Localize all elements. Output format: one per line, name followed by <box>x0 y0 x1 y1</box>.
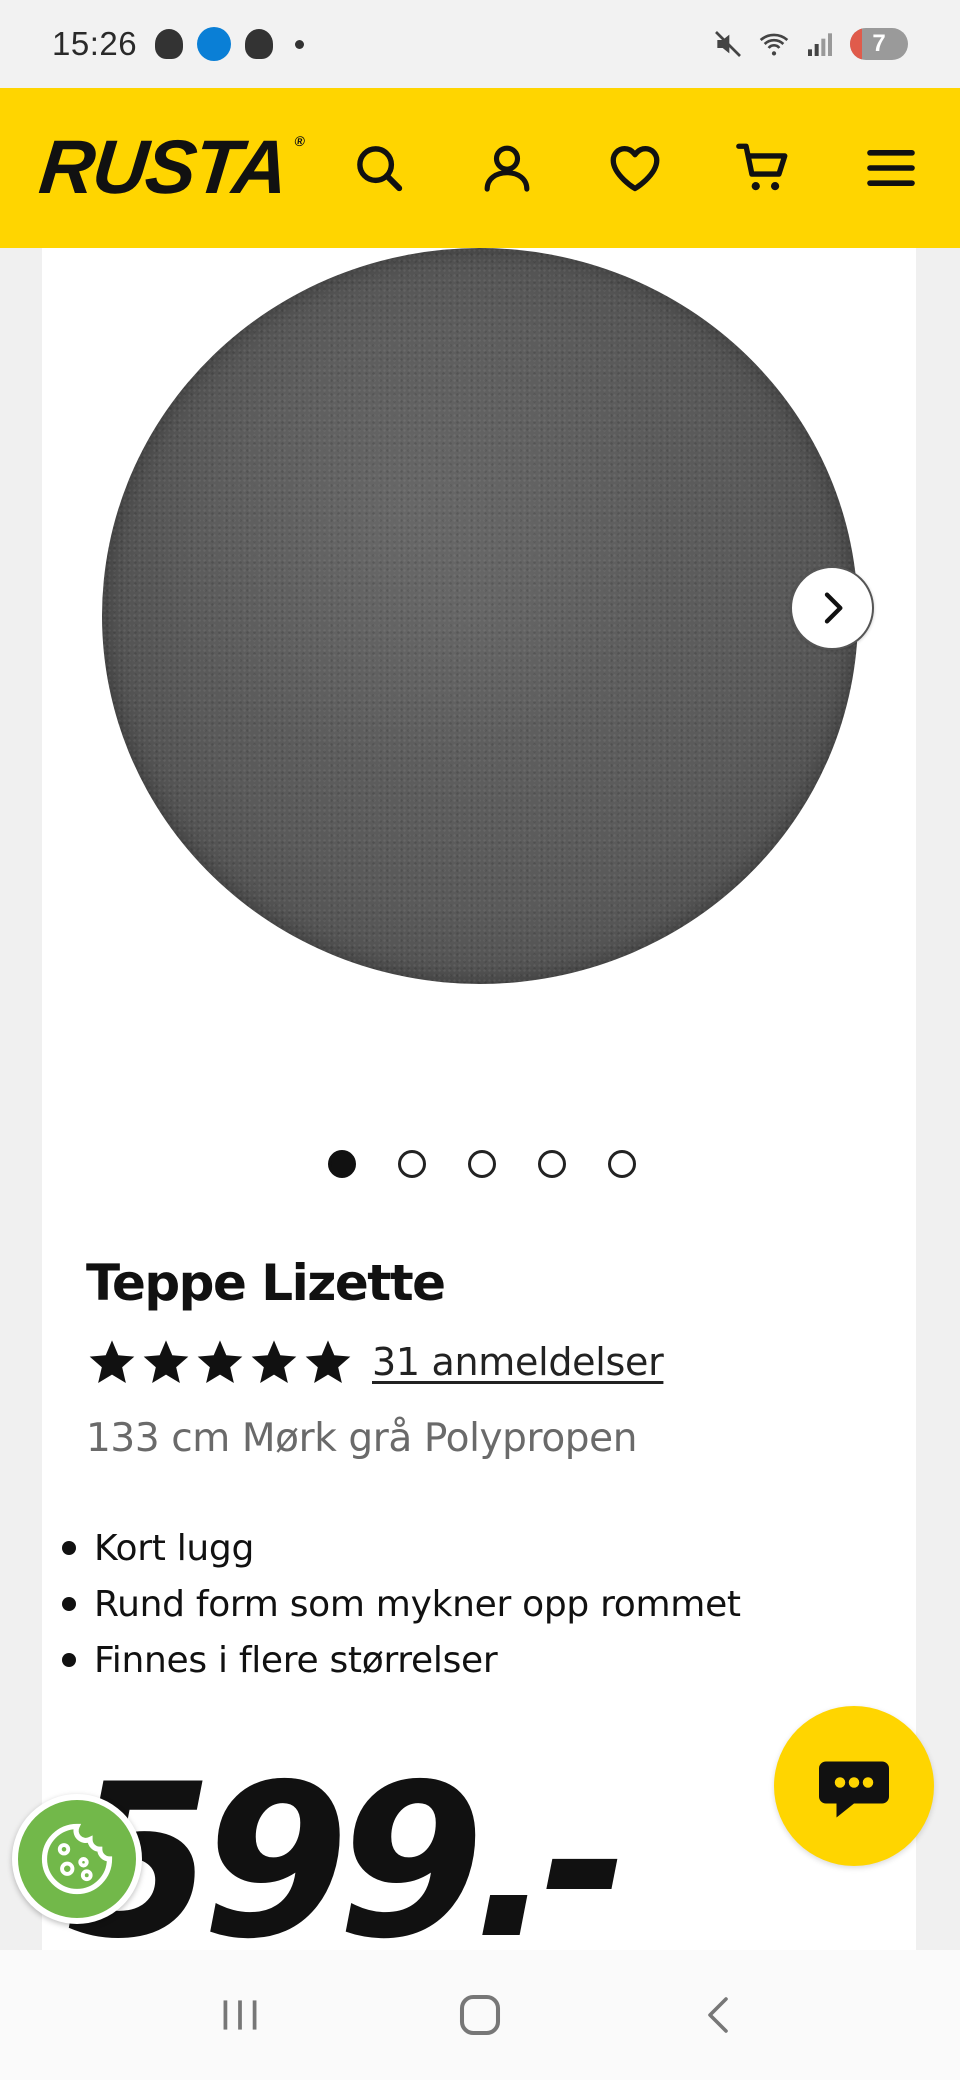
list-item: Finnes i flere størrelser <box>62 1632 741 1688</box>
rating-stars <box>86 1336 354 1388</box>
recent-apps-button[interactable] <box>205 1980 275 2050</box>
product-image <box>102 248 858 984</box>
feature-list: Kort lugg Rund form som mykner opp romme… <box>62 1520 741 1688</box>
signal-icon <box>808 33 832 56</box>
chat-icon <box>819 1761 889 1818</box>
header-actions <box>350 139 920 197</box>
back-icon <box>708 1997 728 2033</box>
cart-icon[interactable] <box>734 139 792 197</box>
rating-row: 31 anmeldelser <box>86 1336 664 1388</box>
recent-apps-icon <box>223 2000 257 2030</box>
star-icon <box>305 1340 351 1384</box>
carousel-dot[interactable] <box>468 1150 496 1178</box>
product-variant: 133 cm Mørk grå Polypropen <box>86 1416 638 1461</box>
star-icon <box>197 1340 243 1384</box>
feature-text: Rund form som mykner opp rommet <box>94 1583 741 1625</box>
back-button[interactable] <box>685 1980 755 2050</box>
product-image-gallery[interactable] <box>42 248 916 1098</box>
feature-text: Finnes i flere størrelser <box>94 1639 498 1681</box>
carousel-dot[interactable] <box>398 1150 426 1178</box>
carousel-dot[interactable] <box>608 1150 636 1178</box>
status-time: 15:26 <box>52 25 138 62</box>
snapchat-icon <box>245 29 274 59</box>
chat-button[interactable] <box>774 1706 934 1866</box>
star-icon <box>143 1340 189 1384</box>
list-item: Rund form som mykner opp rommet <box>62 1576 741 1632</box>
cookie-icon <box>41 1823 113 1895</box>
site-header: RUSTA ® <box>0 88 960 248</box>
search-icon[interactable] <box>350 139 408 197</box>
carousel-next-button[interactable] <box>790 566 874 650</box>
mute-icon <box>715 31 741 57</box>
logo-registered-mark: ® <box>293 133 304 149</box>
wifi-icon <box>759 33 789 56</box>
product-price: 599.- <box>66 1738 629 1985</box>
product-title: Teppe Lizette <box>86 1254 446 1312</box>
home-button[interactable] <box>445 1980 515 2050</box>
battery-icon: 7 <box>850 28 908 60</box>
list-item: Kort lugg <box>62 1520 741 1576</box>
carousel-dots <box>42 1150 916 1180</box>
system-nav-bar <box>0 1950 960 2080</box>
star-icon <box>89 1340 135 1384</box>
product-card: Teppe Lizette 31 anmeldelser 133 cm Mørk… <box>42 248 916 1950</box>
status-bar: 15:26 7 <box>0 0 960 88</box>
app-notification-icon <box>197 27 232 61</box>
bullet <box>62 1541 76 1555</box>
home-icon <box>459 1994 501 2036</box>
logo-text: RUSTA <box>35 125 291 210</box>
heart-icon[interactable] <box>606 139 664 197</box>
carousel-dot[interactable] <box>538 1150 566 1178</box>
feature-text: Kort lugg <box>94 1527 255 1569</box>
star-icon <box>251 1340 297 1384</box>
carousel-dot[interactable] <box>328 1150 356 1178</box>
account-icon[interactable] <box>478 139 536 197</box>
cookie-settings-button[interactable] <box>12 1794 142 1924</box>
chevron-right-icon <box>824 592 843 624</box>
snapchat-icon <box>155 29 184 59</box>
menu-icon[interactable] <box>862 139 920 197</box>
status-left: 15:26 <box>52 25 305 63</box>
battery-level: 7 <box>872 30 886 57</box>
reviews-link[interactable]: 31 anmeldelser <box>372 1340 664 1384</box>
rusta-logo[interactable]: RUSTA ® <box>36 125 304 210</box>
bullet <box>62 1653 76 1667</box>
more-notifications-icon <box>295 39 305 49</box>
bullet <box>62 1597 76 1611</box>
status-right: 7 <box>712 28 908 60</box>
